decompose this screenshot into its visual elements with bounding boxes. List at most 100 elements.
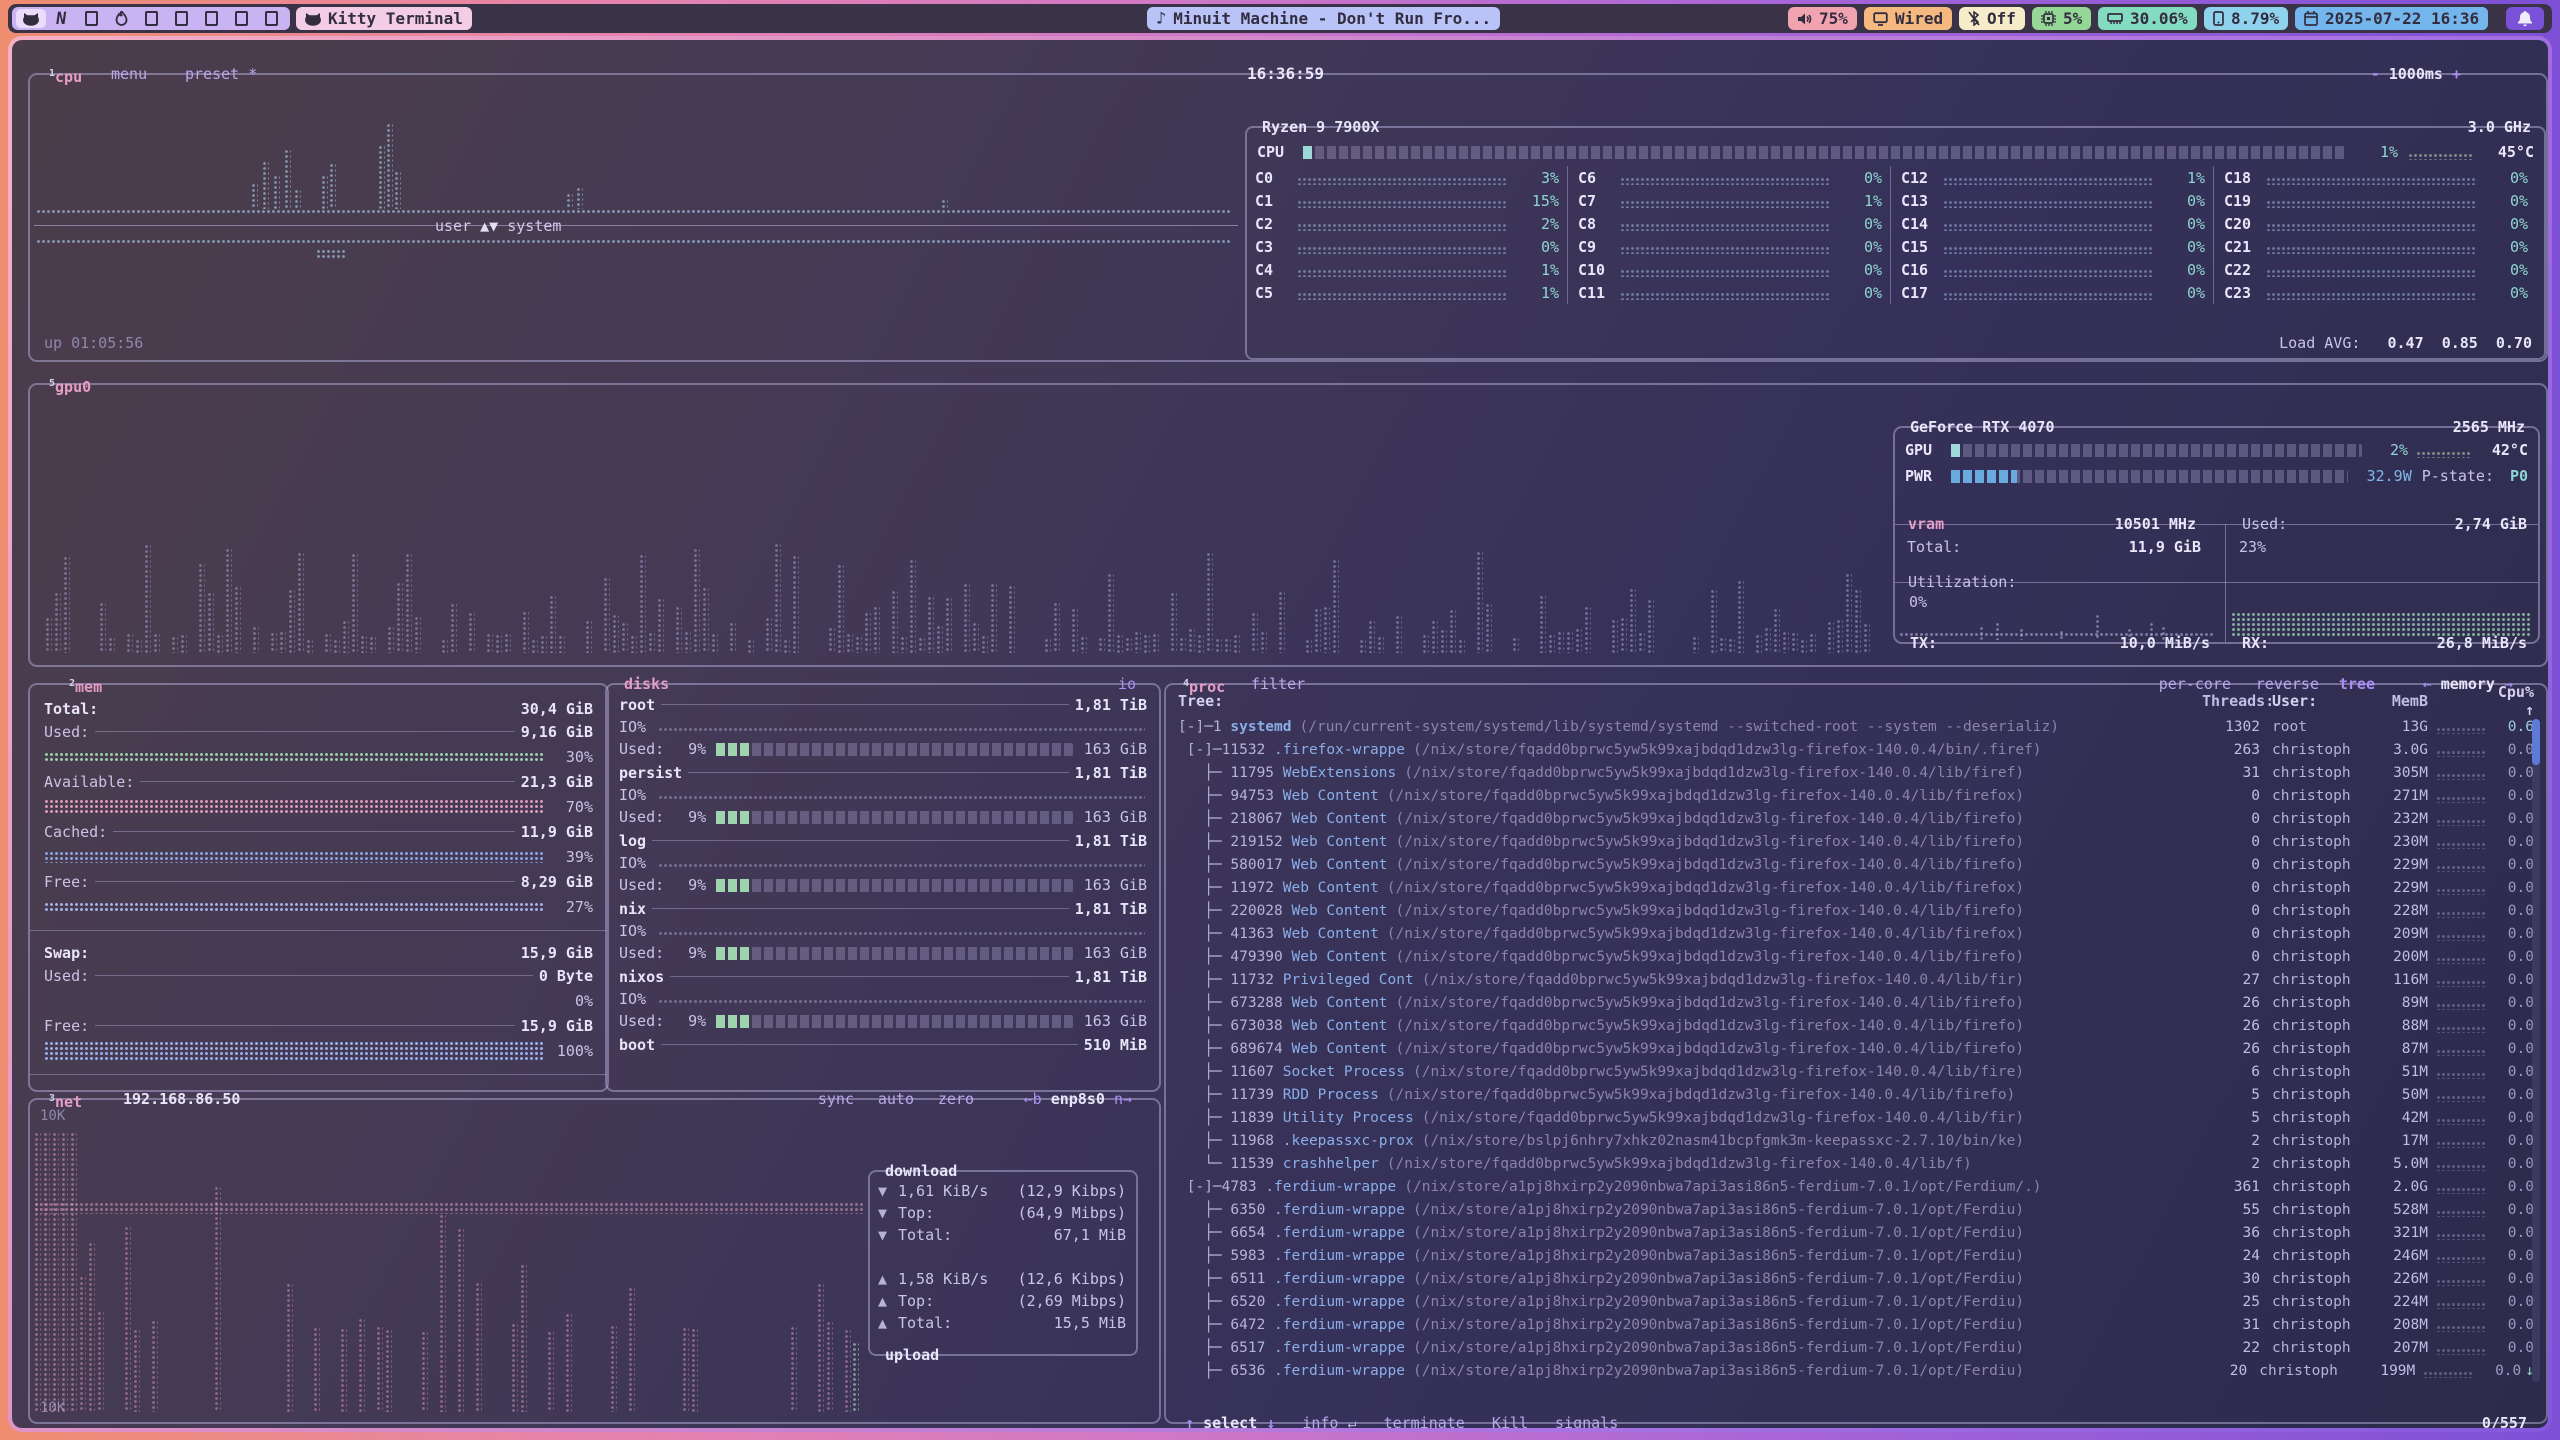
workspace-5-square-icon[interactable] [136, 9, 166, 28]
process-row[interactable]: └─ 11539 crashhelper(/nix/store/fqadd0bp… [1178, 1152, 2534, 1175]
column-user[interactable]: User: [2260, 692, 2372, 710]
vram-total: 11,9 GiB [2129, 538, 2201, 556]
process-row[interactable]: ├─ 6472 .ferdium-wrappe(/nix/store/a1pj8… [1178, 1313, 2534, 1336]
workspace-7-square-icon[interactable] [196, 9, 226, 28]
memory-divider [30, 1074, 607, 1075]
cpu-model: Ryzen 9 7900X [1257, 118, 1384, 136]
status-memory-pill[interactable]: 30.06% [2098, 7, 2197, 30]
window-title-pill[interactable]: Kitty Terminal [296, 7, 472, 30]
update-interval-control: - 1000ms + [2366, 65, 2466, 83]
workspace-switcher[interactable]: N [12, 7, 290, 30]
status-disk-pill[interactable]: 8.79% [2204, 7, 2288, 30]
tree-button[interactable]: tree [2334, 675, 2380, 693]
process-row[interactable]: ├─ 5983 .ferdium-wrappe(/nix/store/a1pj8… [1178, 1244, 2534, 1267]
workspace-4-flame-icon[interactable] [106, 9, 136, 28]
workspace-3-square-icon[interactable] [76, 9, 106, 28]
disk-log: log1,81 TiB [619, 829, 1147, 852]
column-memory[interactable]: MemB [2372, 692, 2428, 710]
ram-icon [2107, 12, 2123, 25]
kill-button[interactable]: Kill [1492, 1414, 1528, 1428]
io-mode-button[interactable]: io [1113, 675, 1141, 693]
auto-button[interactable]: auto [873, 1090, 919, 1108]
process-scrollbar-thumb[interactable] [2532, 719, 2540, 765]
process-row[interactable]: ├─ 11732 Privileged Cont(/nix/store/fqad… [1178, 968, 2534, 991]
signals-button[interactable]: signals [1555, 1414, 1618, 1428]
process-row[interactable]: ├─ 11839 Utility Process(/nix/store/fqad… [1178, 1106, 2534, 1129]
process-row[interactable]: ├─ 673288 Web Content(/nix/store/fqadd0b… [1178, 991, 2534, 1014]
status-clock-pill[interactable]: 2025-07-22 16:36 [2295, 7, 2488, 30]
status-cpu-value: 5% [2063, 9, 2082, 28]
status-bluetooth-pill[interactable]: Off [1959, 7, 2025, 30]
process-row[interactable]: ├─ 6350 .ferdium-wrappe(/nix/store/a1pj8… [1178, 1198, 2534, 1221]
process-row[interactable]: ├─ 11739 RDD Process(/nix/store/fqadd0bp… [1178, 1083, 2534, 1106]
workspace-9-square-icon[interactable] [256, 9, 286, 28]
status-volume-pill[interactable]: 75% [1788, 7, 1857, 30]
process-row[interactable]: ├─ 11607 Socket Process(/nix/store/fqadd… [1178, 1060, 2534, 1083]
rx-label: RX: [2237, 634, 2274, 652]
cpu-graph-legend: user ▲▼ system [430, 217, 566, 235]
process-row[interactable]: ├─ 11972 Web Content(/nix/store/fqadd0bp… [1178, 876, 2534, 899]
process-row[interactable]: ├─ 220028 Web Content(/nix/store/fqadd0b… [1178, 899, 2534, 922]
filter-button[interactable]: filter [1246, 675, 1310, 693]
info-button[interactable]: info ↵ [1302, 1414, 1356, 1428]
interface-switcher[interactable]: ←b enp8s0 n→ [1019, 1090, 1137, 1108]
process-row[interactable]: ├─ 6511 .ferdium-wrappe(/nix/store/a1pj8… [1178, 1267, 2534, 1290]
process-row[interactable]: ├─ 219152 Web Content(/nix/store/fqadd0b… [1178, 830, 2534, 853]
core-C5: C51% [1255, 281, 1559, 304]
process-row[interactable]: ├─ 41363 Web Content(/nix/store/fqadd0bp… [1178, 922, 2534, 945]
workspace-8-square-icon[interactable] [226, 9, 256, 28]
net-upload-stat: ▲Total:15,5 MiB [878, 1312, 1126, 1334]
reverse-button[interactable]: reverse [2251, 675, 2324, 693]
workspace-6-square-icon[interactable] [166, 9, 196, 28]
window-title: Kitty Terminal [328, 9, 463, 28]
memory-stat-total: Total:30,4 GiB [44, 697, 593, 720]
interval-plus-button[interactable]: + [2452, 65, 2461, 83]
column-threads[interactable]: Threads: [2202, 692, 2260, 710]
process-row[interactable]: [-]─11532 .firefox-wrappe(/nix/store/fqa… [1178, 738, 2534, 761]
status-network-pill[interactable]: Wired [1864, 7, 1952, 30]
select-buttons[interactable]: ↑ select ↓ [1185, 1414, 1275, 1428]
process-row[interactable]: ├─ 218067 Web Content(/nix/store/fqadd0b… [1178, 807, 2534, 830]
process-row[interactable]: ├─ 6517 .ferdium-wrappe(/nix/store/a1pj8… [1178, 1336, 2534, 1359]
process-row[interactable]: ├─ 94753 Web Content(/nix/store/fqadd0bp… [1178, 784, 2534, 807]
workspace-2-obsidian-n-icon[interactable]: N [46, 9, 76, 28]
process-row[interactable]: [-]─4783 .ferdium-wrappe(/nix/store/a1pj… [1178, 1175, 2534, 1198]
process-row[interactable]: ├─ 11968 .keepassxc-prox(/nix/store/bslp… [1178, 1129, 2534, 1152]
core-C22: C220% [2224, 258, 2528, 281]
sort-column-switcher[interactable]: ← memory → [2418, 675, 2518, 693]
process-row[interactable]: ├─ 673038 Web Content(/nix/store/fqadd0b… [1178, 1014, 2534, 1037]
gpu-rx-box: RX: 26,8 MiB/s [2225, 582, 2538, 642]
process-row[interactable]: ├─ 479390 Web Content(/nix/store/fqadd0b… [1178, 945, 2534, 968]
gpu-model: GeForce RTX 4070 [1905, 418, 2060, 436]
terminate-button[interactable]: terminate [1384, 1414, 1465, 1428]
memory-divider [30, 930, 607, 931]
zero-button[interactable]: zero [933, 1090, 979, 1108]
process-row[interactable]: ├─ 11795 WebExtensions(/nix/store/fqadd0… [1178, 761, 2534, 784]
process-row[interactable]: ├─ 6654 .ferdium-wrappe(/nix/store/a1pj8… [1178, 1221, 2534, 1244]
notifications-pill[interactable] [2506, 7, 2544, 30]
chip-icon [2041, 11, 2056, 26]
tx-value: 10,0 MiB/s [2115, 634, 2215, 652]
process-row[interactable]: ├─ 689674 Web Content(/nix/store/fqadd0b… [1178, 1037, 2534, 1060]
process-row[interactable]: [-]─1 systemd(/run/current-system/system… [1178, 715, 2534, 738]
disk-boot: boot510 MiB [619, 1033, 1147, 1056]
process-row[interactable]: ├─ 6536 .ferdium-wrappe(/nix/store/a1pj8… [1178, 1359, 2534, 1382]
memory-meter: 0% [44, 987, 593, 1014]
gpu-temp-graph [2416, 451, 2472, 458]
process-row[interactable]: ├─ 580017 Web Content(/nix/store/fqadd0b… [1178, 853, 2534, 876]
music-player-pill[interactable]: ♪ Minuit Machine - Don't Run Fro... [1147, 7, 1500, 30]
gpu-usage-label: GPU [1905, 441, 1951, 459]
core-C17: C170% [1901, 281, 2205, 304]
music-track-label: Minuit Machine - Don't Run Fro... [1173, 9, 1491, 28]
per-core-button[interactable]: per-core [2154, 675, 2236, 693]
workspace-1-cat-icon[interactable] [16, 9, 46, 28]
cpu-total-label: CPU [1257, 143, 1303, 161]
status-bluetooth-value: Off [1987, 9, 2016, 28]
core-C15: C150% [1901, 235, 2205, 258]
bell-icon [2518, 11, 2532, 27]
process-row[interactable]: ├─ 6520 .ferdium-wrappe(/nix/store/a1pj8… [1178, 1290, 2534, 1313]
status-cpu-pill[interactable]: 5% [2032, 7, 2091, 30]
gpu-history-graph [36, 395, 1876, 653]
interval-minus-button[interactable]: - [2371, 65, 2380, 83]
process-scrollbar[interactable] [2532, 719, 2540, 1382]
